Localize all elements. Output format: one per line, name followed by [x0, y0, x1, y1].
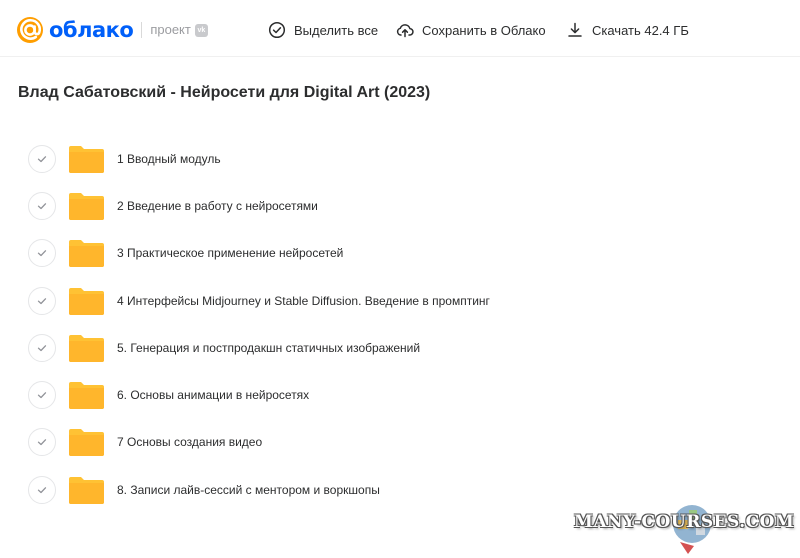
check-icon [37, 249, 47, 256]
row-select-checkbox[interactable] [28, 380, 56, 409]
folder-icon [69, 476, 104, 504]
folder-name: 5. Генерация и постпродакшн статичных из… [117, 340, 421, 355]
vk-icon: vk [194, 23, 208, 37]
folder-row[interactable]: 5. Генерация и постпродакшн статичных из… [0, 324, 800, 371]
select-all-label: Выделить все [294, 22, 379, 38]
watermark-text: MANY-COURSES.COM [574, 512, 795, 532]
folder-row[interactable]: 1 Вводный модуль [0, 135, 800, 182]
folder-name: 8. Записи лайв-сессий с ментором и воркш… [117, 482, 380, 497]
logo-wordmark: облако [49, 18, 134, 42]
folder-name: 2 Введение в работу с нейросетями [117, 198, 318, 213]
row-select-checkbox[interactable] [28, 144, 56, 173]
row-select-checkbox[interactable] [28, 475, 56, 504]
cloud-logo[interactable]: облако проект vk [16, 15, 208, 45]
check-circle-icon [268, 21, 286, 39]
check-icon [37, 438, 47, 445]
download-label: Скачать 42.4 ГБ [592, 22, 689, 38]
folder-icon [69, 287, 104, 315]
folder-icon [69, 428, 104, 456]
page-title: Влад Сабатовский - Нейросети для Digital… [18, 84, 431, 101]
folder-row[interactable]: 6. Основы анимации в нейросетях [0, 371, 800, 418]
folder-row[interactable]: 4 Интерфейсы Midjourney и Stable Diffusi… [0, 277, 800, 324]
row-select-checkbox[interactable] [28, 427, 56, 456]
download-icon [568, 22, 582, 37]
folder-icon [69, 381, 104, 409]
download-button[interactable]: Скачать 42.4 ГБ [566, 20, 689, 40]
folder-name: 4 Интерфейсы Midjourney и Stable Diffusi… [117, 293, 490, 308]
watermark: MANY-COURSES.COM [574, 502, 800, 558]
row-select-checkbox[interactable] [28, 286, 56, 315]
check-icon [37, 391, 47, 398]
cloud-upload-icon [396, 24, 414, 38]
logo-divider [141, 22, 143, 38]
project-label: проект [150, 22, 191, 37]
folder-row[interactable]: 7 Основы создания видео [0, 418, 800, 465]
header-divider [0, 56, 800, 57]
folder-name: 7 Основы создания видео [117, 434, 263, 449]
folder-icon [69, 145, 104, 173]
folder-row[interactable]: 2 Введение в работу с нейросетями [0, 182, 800, 229]
folder-icon [69, 192, 104, 220]
folder-name: 1 Вводный модуль [117, 151, 221, 166]
row-select-checkbox[interactable] [28, 191, 56, 220]
row-select-checkbox[interactable] [28, 238, 56, 267]
folder-icon [69, 334, 104, 362]
row-select-checkbox[interactable] [28, 333, 56, 362]
folder-row[interactable]: 3 Практическое применение нейросетей [0, 229, 800, 276]
save-to-cloud-label: Сохранить в Облако [422, 22, 546, 38]
at-sign-logo-icon [17, 17, 43, 43]
check-icon [37, 297, 47, 304]
check-icon [37, 155, 47, 162]
check-icon [37, 486, 47, 493]
folder-name: 3 Практическое применение нейросетей [117, 245, 344, 260]
folder-icon [69, 239, 104, 267]
check-icon [37, 344, 47, 351]
check-icon [37, 202, 47, 209]
folder-name: 6. Основы анимации в нейросетях [117, 387, 310, 402]
select-all-button[interactable]: Выделить все [268, 20, 378, 40]
save-to-cloud-button[interactable]: Сохранить в Облако [396, 20, 546, 40]
top-header: облако проект vk Выделить все Сохранить … [0, 0, 800, 56]
